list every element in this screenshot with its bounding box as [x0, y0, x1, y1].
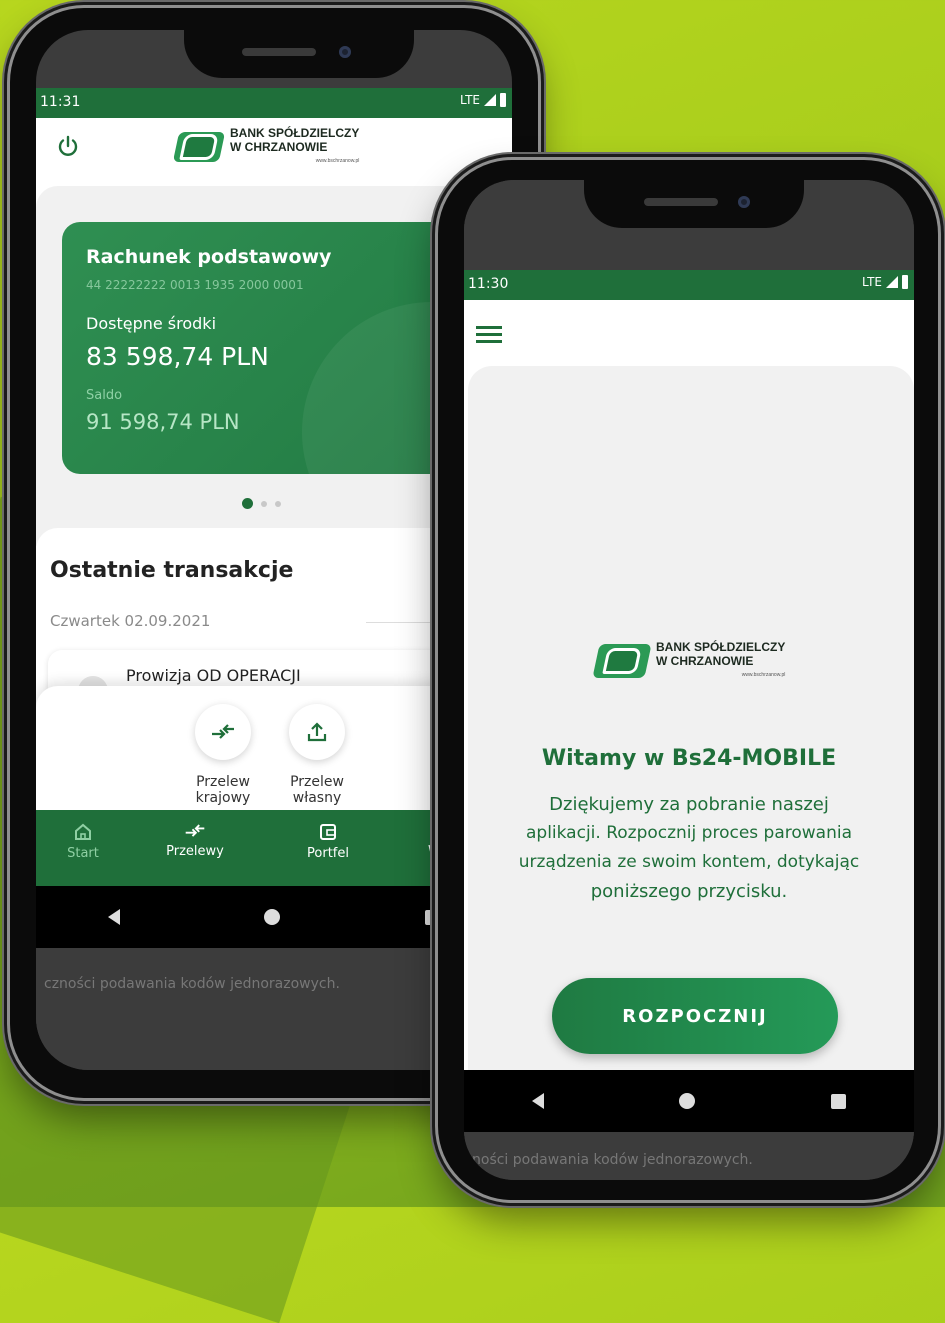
bank-name-line1: BANK SPÓŁDZIELCZY — [656, 640, 786, 654]
quick-action-circle — [289, 704, 345, 760]
front-camera — [339, 46, 351, 58]
welcome-panel — [468, 366, 914, 1070]
logo-mark — [592, 644, 652, 678]
status-bar: 11:30 LTE — [464, 270, 914, 300]
bank-logo: BANK SPÓŁDZIELCZY W CHRZANOWIE www.bschr… — [592, 640, 785, 682]
bank-name-line2: W CHRZANOWIE — [230, 140, 328, 154]
welcome-title: Witamy w Bs24-MOBILE — [541, 746, 837, 771]
background-text: czności podawania kodów jednorazowych. — [44, 976, 340, 992]
nav-start[interactable]: Start — [58, 822, 108, 861]
notch — [184, 30, 414, 78]
front-camera — [738, 196, 750, 208]
pager-dot — [261, 500, 267, 507]
network-label: LTE — [460, 93, 480, 107]
welcome-body-line-4: poniższego przycisku. — [590, 881, 788, 902]
pager-dot — [275, 500, 281, 507]
welcome-body-line-1: Dziękujemy za pobranie naszej — [549, 794, 829, 815]
card-pager — [242, 498, 281, 509]
quick-action-label-2: własny — [292, 790, 342, 806]
balance-label: Saldo — [86, 388, 123, 403]
transactions-title: Ostatnie transakcje — [50, 558, 294, 583]
welcome-body: Dziękujemy za pobranie naszej aplikacji.… — [464, 790, 914, 906]
notch — [584, 180, 804, 228]
status-time: 11:31 — [40, 94, 81, 110]
wallet-icon — [320, 824, 336, 840]
logo-text: BANK SPÓŁDZIELCZY W CHRZANOWIE www.bschr… — [656, 640, 785, 682]
logo-text: BANK SPÓŁDZIELCZY W CHRZANOWIE www.bschr… — [230, 126, 359, 168]
welcome-body-line-2: aplikacji. Rozpocznij proces parowania — [525, 823, 852, 843]
status-icons: LTE — [460, 93, 506, 107]
quick-action-label-1: Przelew — [290, 774, 344, 790]
transfer-icon — [212, 724, 234, 739]
welcome-body-line-3: urządzenia ze swoim kontem, dotykając — [518, 852, 860, 872]
background-page: ności podawania kodów jednorazowych. — [464, 1132, 914, 1180]
nav-portfel[interactable]: Portfel — [298, 822, 358, 861]
bank-name-line2: W CHRZANOWIE — [656, 654, 754, 668]
quick-action-label-1: Przelew — [196, 774, 250, 790]
account-card[interactable]: Rachunek podstawowy 44 22222222 0013 193… — [62, 222, 502, 474]
speaker — [644, 198, 718, 206]
speaker — [242, 48, 316, 56]
home-circle-icon[interactable] — [264, 909, 281, 925]
power-icon — [58, 135, 78, 156]
quick-action-own[interactable]: Przelew własny — [280, 704, 354, 806]
bank-url: www.bschrzanow.pl — [315, 158, 360, 164]
status-time: 11:30 — [468, 276, 509, 292]
network-label: LTE — [862, 275, 882, 289]
transfer-icon — [185, 824, 205, 837]
home-circle-icon[interactable] — [679, 1093, 696, 1109]
back-icon[interactable] — [531, 1093, 544, 1109]
pager-dot-active — [242, 498, 253, 509]
available-amount: 83 598,74 PLN — [86, 342, 269, 371]
available-label: Dostępne środki — [86, 314, 217, 333]
nav-przelewy-label: Przelewy — [166, 844, 224, 859]
back-icon[interactable] — [108, 909, 121, 925]
account-name: Rachunek podstawowy — [86, 246, 332, 268]
menu-button[interactable] — [476, 324, 504, 346]
quick-action-label-2: krajowy — [195, 790, 251, 806]
right-phone-screen: 11:30 LTE BANK SPÓŁDZIELCZY W CHRZANOWIE… — [464, 180, 914, 1180]
right-phone: 11:30 LTE BANK SPÓŁDZIELCZY W CHRZANOWIE… — [438, 160, 938, 1200]
quick-action-domestic[interactable]: Przelew krajowy — [186, 704, 260, 806]
hamburger-menu-icon — [476, 326, 502, 343]
transaction-title: Prowizja OD OPERACJI — [126, 666, 301, 685]
bank-url: www.bschrzanow.pl — [741, 672, 786, 678]
start-button-label: ROZPOCZNIJ — [622, 1005, 768, 1027]
nav-start-label: Start — [67, 846, 99, 861]
bank-logo: BANK SPÓŁDZIELCZY W CHRZANOWIE www.bschr… — [172, 126, 359, 168]
welcome-screen: BANK SPÓŁDZIELCZY W CHRZANOWIE www.bschr… — [464, 300, 914, 1070]
battery-icon — [500, 93, 506, 107]
status-icons: LTE — [862, 275, 908, 289]
system-nav-bar — [464, 1070, 914, 1132]
balance-amount: 91 598,74 PLN — [86, 410, 240, 434]
transactions-date: Czwartek 02.09.2021 — [50, 612, 211, 630]
nav-portfel-label: Portfel — [307, 846, 349, 861]
logo-mark — [172, 132, 226, 162]
account-number: 44 22222222 0013 1935 2000 0001 — [86, 278, 304, 292]
signal-icon — [484, 94, 496, 106]
status-bar: 11:31 LTE — [36, 88, 512, 118]
home-icon — [75, 823, 91, 840]
power-button[interactable] — [56, 134, 80, 158]
recent-apps-icon[interactable] — [831, 1093, 847, 1109]
battery-icon — [902, 275, 908, 289]
background-text: ności podawania kodów jednorazowych. — [472, 1152, 753, 1168]
quick-action-circle — [195, 704, 251, 760]
nav-przelewy[interactable]: Przelewy — [160, 822, 230, 859]
upload-icon — [307, 722, 327, 742]
bank-name-line1: BANK SPÓŁDZIELCZY — [230, 126, 360, 140]
start-button[interactable]: ROZPOCZNIJ — [552, 978, 838, 1054]
signal-icon — [886, 276, 898, 288]
